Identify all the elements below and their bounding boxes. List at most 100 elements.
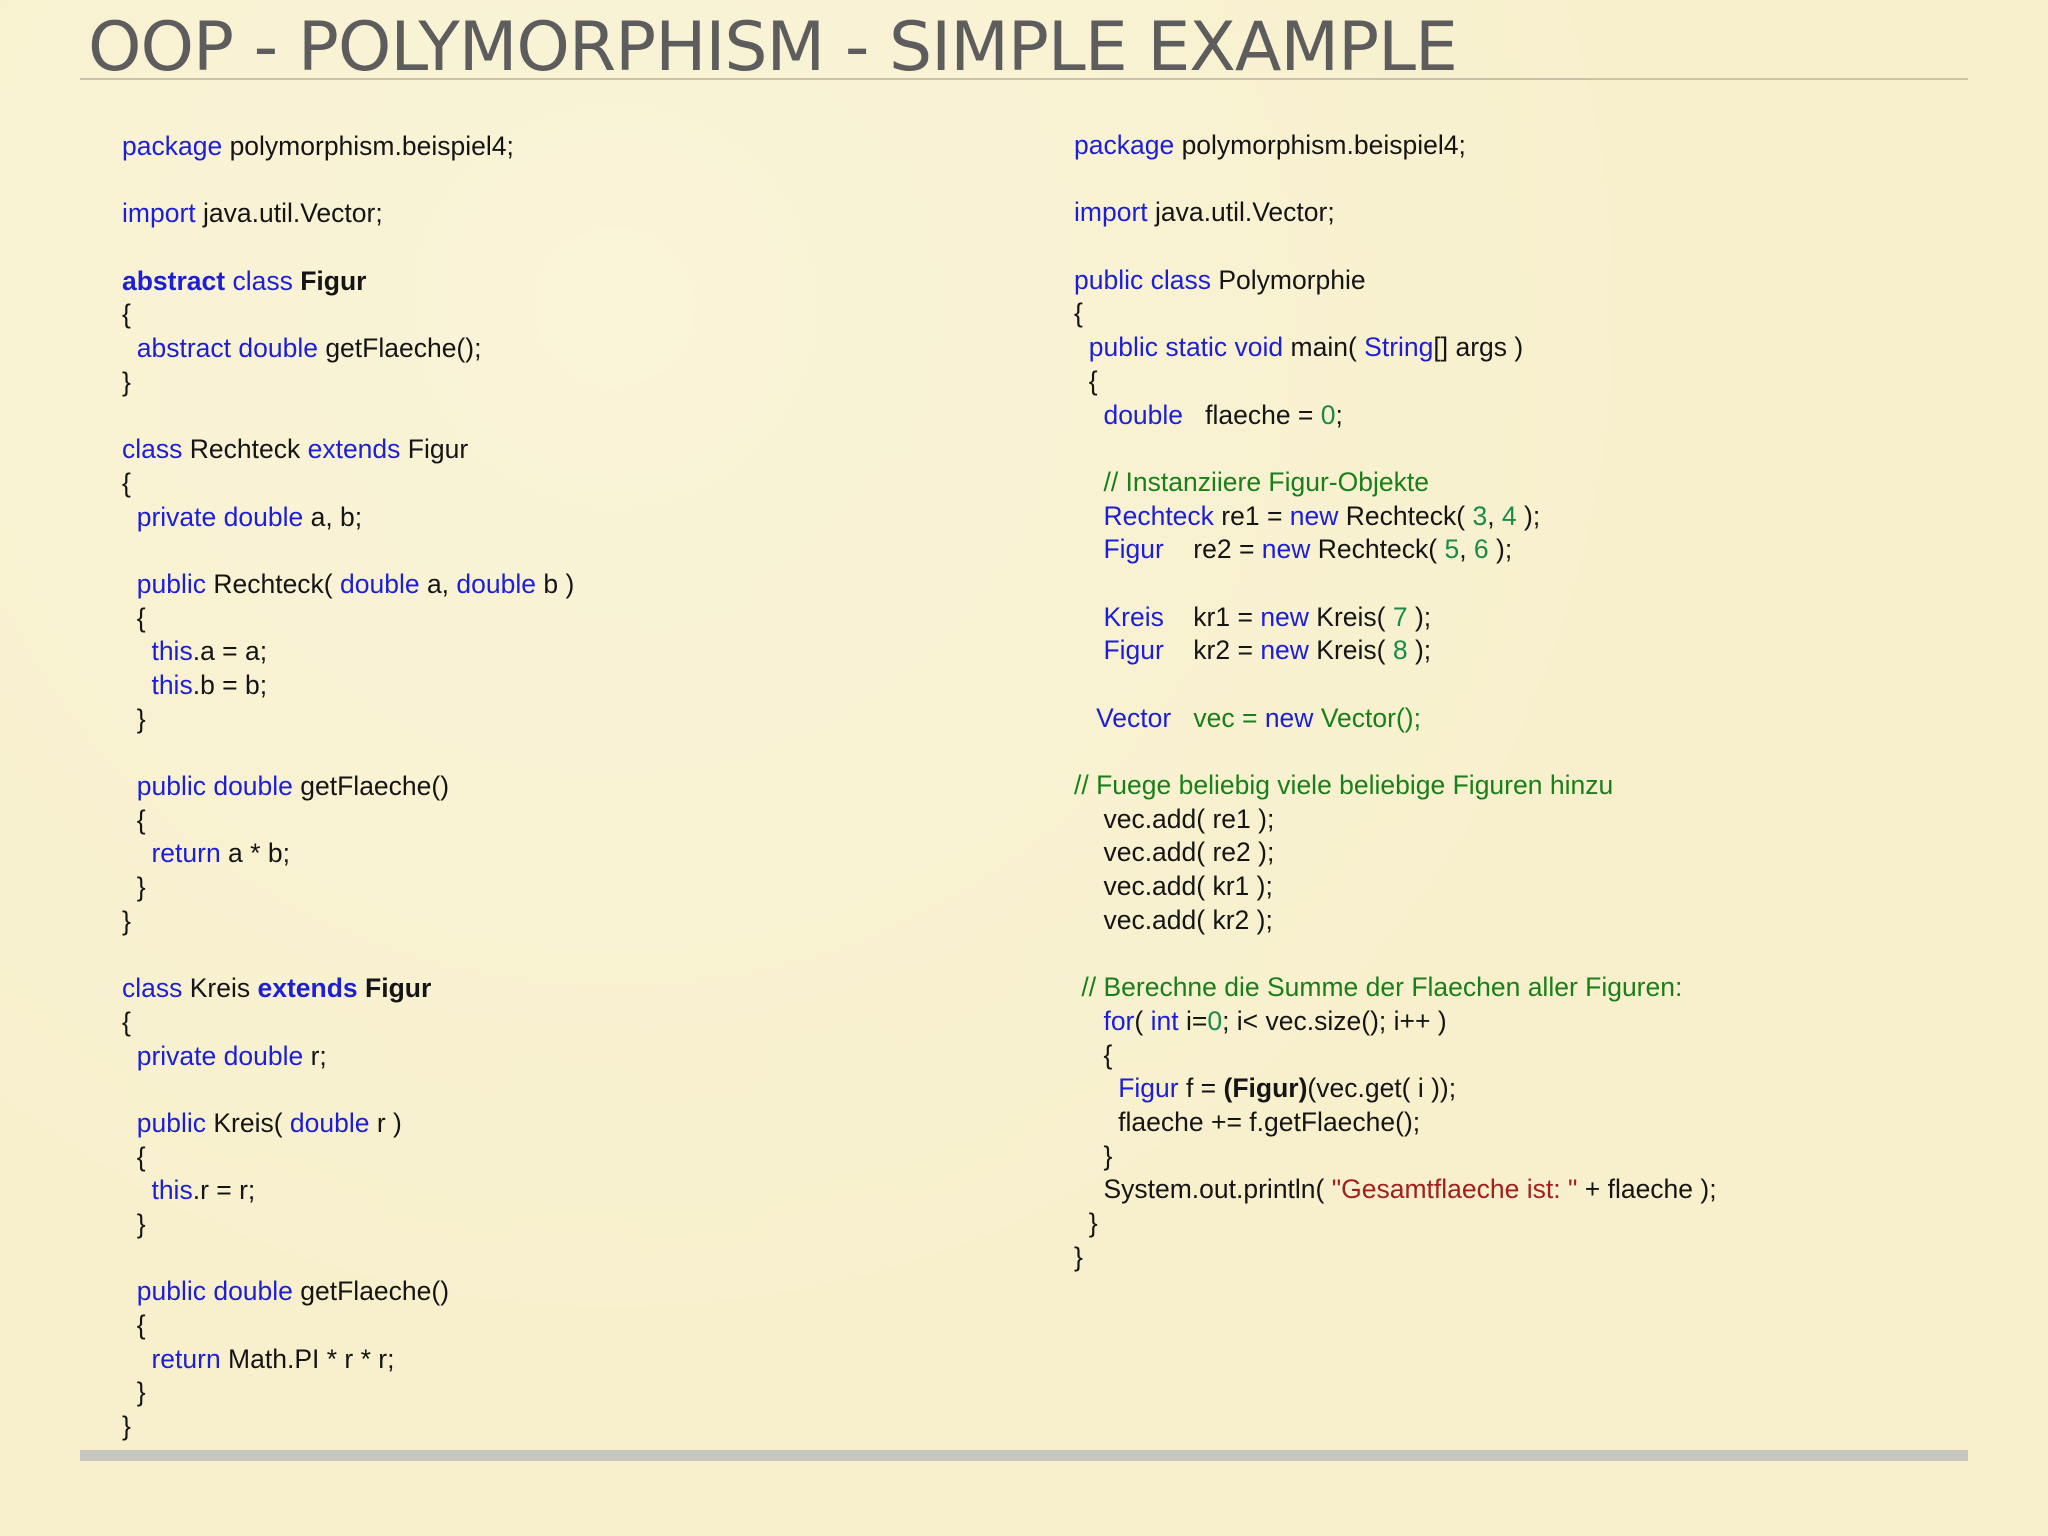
code-token: a, b;: [303, 501, 363, 532]
code-token: new: [1261, 534, 1311, 565]
code-line: Figur re2 = new Rechteck( 5, 6 );: [1074, 533, 1717, 567]
code-token: System.out.println(: [1074, 1174, 1332, 1205]
code-token: {: [1074, 1039, 1113, 1070]
code-token: ,: [1487, 500, 1502, 531]
code-token: flaeche += f.getFlaeche();: [1074, 1106, 1421, 1137]
code-line: {: [1074, 297, 1717, 331]
code-line: return Math.PI * r * r;: [122, 1343, 574, 1377]
code-token: vec.add( re2 );: [1074, 837, 1275, 868]
code-token: class: [122, 434, 183, 465]
code-line: vec.add( kr1 );: [1074, 870, 1717, 904]
code-token: ,: [1459, 534, 1474, 565]
code-line: class Kreis extends Figur: [122, 972, 574, 1006]
code-token: .b = b;: [192, 670, 268, 700]
code-token: Rechteck(: [1310, 534, 1445, 565]
code-token: Kreis(: [205, 1107, 290, 1138]
code-line: {: [122, 1141, 574, 1175]
code-token: {: [122, 804, 146, 835]
code-token: 0: [1320, 399, 1336, 430]
code-token: );: [1516, 500, 1541, 531]
code-token: this: [151, 1175, 193, 1206]
code-token: new: [1260, 635, 1309, 666]
code-line: Kreis kr1 = new Kreis( 7 );: [1074, 601, 1717, 635]
code-token: Rechteck(: [205, 568, 340, 599]
code-token: b ): [535, 568, 575, 599]
code-token: {: [122, 1006, 131, 1037]
code-token: 6: [1473, 534, 1489, 565]
code-token: vec.add( kr2 );: [1074, 904, 1273, 935]
code-token: (: [1134, 1005, 1151, 1036]
code-line: }: [122, 905, 574, 939]
code-token: return: [151, 838, 221, 869]
code-line: {: [122, 1006, 574, 1040]
code-token: Vector();: [1320, 702, 1421, 733]
code-line: abstract double getFlaeche();: [122, 332, 574, 366]
code-token: public double: [136, 771, 293, 802]
code-token: import: [1074, 197, 1148, 228]
code-token: Rechteck(: [1338, 500, 1473, 531]
code-token: Figur: [1103, 534, 1164, 565]
code-token: Vector: [1096, 702, 1172, 733]
code-line: private double r;: [122, 1040, 574, 1074]
code-token: Math.PI * r * r;: [220, 1343, 395, 1374]
code-line: package polymorphism.beispiel4;: [122, 130, 574, 164]
code-token: 3: [1472, 500, 1488, 531]
code-line: Figur f = (Figur)(vec.get( i ));: [1074, 1072, 1717, 1106]
code-token: class: [232, 265, 293, 296]
code-token: this: [151, 636, 193, 667]
code-line: vec.add( kr2 );: [1074, 904, 1717, 938]
code-token: double: [340, 568, 420, 599]
code-token: .a = a;: [192, 636, 268, 667]
code-token: new: [1289, 500, 1339, 531]
code-line: {: [122, 804, 574, 838]
code-token: double: [456, 568, 536, 599]
code-line: Figur kr2 = new Kreis( 8 );: [1074, 634, 1717, 668]
code-token: public class: [1074, 264, 1211, 295]
code-line: for( int i=0; i< vec.size(); i++ ): [1074, 1005, 1717, 1039]
code-token: (vec.get( i ));: [1307, 1073, 1457, 1104]
code-token: );: [1488, 534, 1513, 565]
code-token: "Gesamtflaeche ist: ": [1331, 1174, 1578, 1205]
code-line: // Instanziiere Figur-Objekte: [1074, 466, 1717, 500]
code-token: extends: [307, 434, 401, 465]
code-token: double: [289, 1107, 370, 1138]
code-token: new: [1260, 601, 1309, 632]
code-token: }: [122, 366, 131, 397]
code-line: double flaeche = 0;: [1074, 399, 1717, 433]
code-token: private double: [136, 501, 304, 532]
code-token: vec.add( re1 );: [1074, 803, 1275, 834]
code-token: 4: [1501, 500, 1517, 531]
code-token: );: [1407, 601, 1432, 632]
code-token: }: [122, 872, 146, 903]
code-line: public double getFlaeche(): [122, 770, 574, 804]
code-line: return a * b;: [122, 837, 574, 871]
code-token: import: [122, 198, 196, 229]
bottom-divider: [80, 1450, 1968, 1461]
code-line: {: [122, 298, 574, 332]
code-token: }: [122, 1209, 146, 1239]
code-token: (Figur): [1223, 1073, 1308, 1104]
code-token: 0: [1207, 1005, 1223, 1036]
code-token: re1 =: [1213, 500, 1290, 531]
code-token: {: [1074, 298, 1083, 329]
code-line: package polymorphism.beispiel4;: [1074, 129, 1717, 163]
